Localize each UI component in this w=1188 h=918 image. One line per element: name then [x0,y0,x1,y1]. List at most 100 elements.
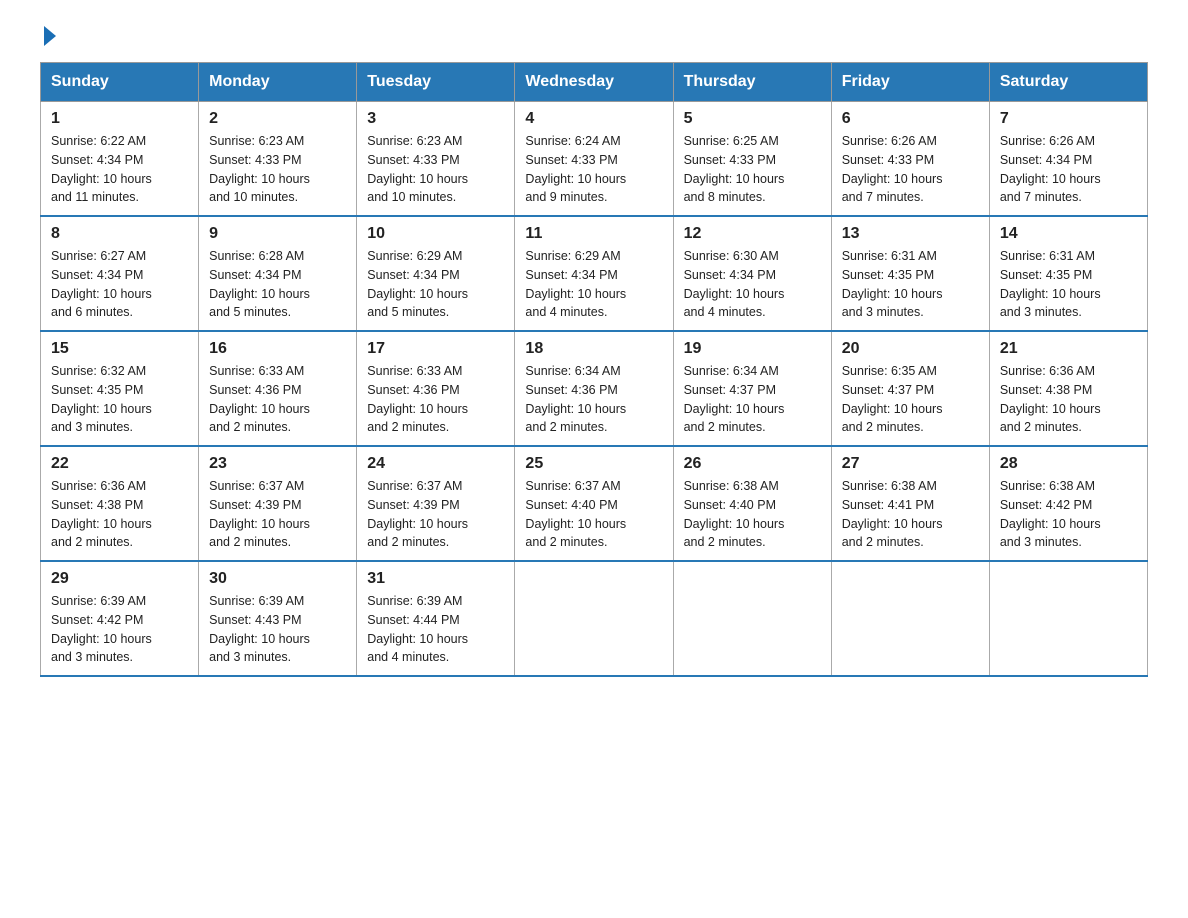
weekday-header-friday: Friday [831,63,989,102]
day-number: 27 [842,455,979,473]
day-number: 10 [367,225,504,243]
day-info: Sunrise: 6:37 AMSunset: 4:39 PMDaylight:… [367,477,504,552]
calendar-day-cell: 11 Sunrise: 6:29 AMSunset: 4:34 PMDaylig… [515,216,673,331]
day-info: Sunrise: 6:38 AMSunset: 4:40 PMDaylight:… [684,477,821,552]
day-number: 11 [525,225,662,243]
calendar-day-cell: 25 Sunrise: 6:37 AMSunset: 4:40 PMDaylig… [515,446,673,561]
day-info: Sunrise: 6:34 AMSunset: 4:36 PMDaylight:… [525,362,662,437]
calendar-day-cell: 8 Sunrise: 6:27 AMSunset: 4:34 PMDayligh… [41,216,199,331]
day-number: 21 [1000,340,1137,358]
calendar-day-cell [673,561,831,676]
day-number: 22 [51,455,188,473]
day-number: 14 [1000,225,1137,243]
day-info: Sunrise: 6:26 AMSunset: 4:33 PMDaylight:… [842,132,979,207]
day-number: 4 [525,110,662,128]
calendar-day-cell: 6 Sunrise: 6:26 AMSunset: 4:33 PMDayligh… [831,102,989,217]
day-number: 28 [1000,455,1137,473]
weekday-header-wednesday: Wednesday [515,63,673,102]
weekday-header-sunday: Sunday [41,63,199,102]
day-info: Sunrise: 6:23 AMSunset: 4:33 PMDaylight:… [209,132,346,207]
day-number: 5 [684,110,821,128]
day-info: Sunrise: 6:33 AMSunset: 4:36 PMDaylight:… [209,362,346,437]
day-info: Sunrise: 6:36 AMSunset: 4:38 PMDaylight:… [1000,362,1137,437]
day-info: Sunrise: 6:32 AMSunset: 4:35 PMDaylight:… [51,362,188,437]
calendar-day-cell: 2 Sunrise: 6:23 AMSunset: 4:33 PMDayligh… [199,102,357,217]
day-info: Sunrise: 6:30 AMSunset: 4:34 PMDaylight:… [684,247,821,322]
calendar-day-cell: 17 Sunrise: 6:33 AMSunset: 4:36 PMDaylig… [357,331,515,446]
day-info: Sunrise: 6:37 AMSunset: 4:39 PMDaylight:… [209,477,346,552]
day-number: 31 [367,570,504,588]
calendar-week-row: 8 Sunrise: 6:27 AMSunset: 4:34 PMDayligh… [41,216,1148,331]
day-info: Sunrise: 6:26 AMSunset: 4:34 PMDaylight:… [1000,132,1137,207]
day-info: Sunrise: 6:22 AMSunset: 4:34 PMDaylight:… [51,132,188,207]
day-info: Sunrise: 6:25 AMSunset: 4:33 PMDaylight:… [684,132,821,207]
calendar-week-row: 15 Sunrise: 6:32 AMSunset: 4:35 PMDaylig… [41,331,1148,446]
day-number: 26 [684,455,821,473]
calendar-day-cell: 14 Sunrise: 6:31 AMSunset: 4:35 PMDaylig… [989,216,1147,331]
day-number: 7 [1000,110,1137,128]
day-number: 6 [842,110,979,128]
day-info: Sunrise: 6:38 AMSunset: 4:42 PMDaylight:… [1000,477,1137,552]
calendar-day-cell: 16 Sunrise: 6:33 AMSunset: 4:36 PMDaylig… [199,331,357,446]
calendar-day-cell: 18 Sunrise: 6:34 AMSunset: 4:36 PMDaylig… [515,331,673,446]
calendar-day-cell: 19 Sunrise: 6:34 AMSunset: 4:37 PMDaylig… [673,331,831,446]
calendar-day-cell: 22 Sunrise: 6:36 AMSunset: 4:38 PMDaylig… [41,446,199,561]
page-header [40,30,1148,42]
day-number: 24 [367,455,504,473]
day-number: 13 [842,225,979,243]
day-info: Sunrise: 6:33 AMSunset: 4:36 PMDaylight:… [367,362,504,437]
day-number: 1 [51,110,188,128]
day-number: 30 [209,570,346,588]
day-number: 25 [525,455,662,473]
day-info: Sunrise: 6:35 AMSunset: 4:37 PMDaylight:… [842,362,979,437]
calendar-day-cell [989,561,1147,676]
day-info: Sunrise: 6:39 AMSunset: 4:43 PMDaylight:… [209,592,346,667]
day-info: Sunrise: 6:24 AMSunset: 4:33 PMDaylight:… [525,132,662,207]
day-number: 16 [209,340,346,358]
day-info: Sunrise: 6:28 AMSunset: 4:34 PMDaylight:… [209,247,346,322]
weekday-header-monday: Monday [199,63,357,102]
calendar-day-cell: 5 Sunrise: 6:25 AMSunset: 4:33 PMDayligh… [673,102,831,217]
day-info: Sunrise: 6:39 AMSunset: 4:44 PMDaylight:… [367,592,504,667]
calendar-day-cell: 20 Sunrise: 6:35 AMSunset: 4:37 PMDaylig… [831,331,989,446]
calendar-day-cell: 30 Sunrise: 6:39 AMSunset: 4:43 PMDaylig… [199,561,357,676]
calendar-day-cell: 29 Sunrise: 6:39 AMSunset: 4:42 PMDaylig… [41,561,199,676]
calendar-day-cell: 27 Sunrise: 6:38 AMSunset: 4:41 PMDaylig… [831,446,989,561]
day-number: 29 [51,570,188,588]
calendar-day-cell [515,561,673,676]
calendar-week-row: 29 Sunrise: 6:39 AMSunset: 4:42 PMDaylig… [41,561,1148,676]
calendar-day-cell: 1 Sunrise: 6:22 AMSunset: 4:34 PMDayligh… [41,102,199,217]
day-number: 15 [51,340,188,358]
weekday-header-thursday: Thursday [673,63,831,102]
day-number: 20 [842,340,979,358]
calendar-week-row: 22 Sunrise: 6:36 AMSunset: 4:38 PMDaylig… [41,446,1148,561]
day-number: 12 [684,225,821,243]
calendar-day-cell [831,561,989,676]
weekday-header-row: SundayMondayTuesdayWednesdayThursdayFrid… [41,63,1148,102]
calendar-week-row: 1 Sunrise: 6:22 AMSunset: 4:34 PMDayligh… [41,102,1148,217]
day-info: Sunrise: 6:23 AMSunset: 4:33 PMDaylight:… [367,132,504,207]
calendar-day-cell: 28 Sunrise: 6:38 AMSunset: 4:42 PMDaylig… [989,446,1147,561]
day-number: 23 [209,455,346,473]
calendar-table: SundayMondayTuesdayWednesdayThursdayFrid… [40,62,1148,677]
day-info: Sunrise: 6:31 AMSunset: 4:35 PMDaylight:… [1000,247,1137,322]
calendar-day-cell: 3 Sunrise: 6:23 AMSunset: 4:33 PMDayligh… [357,102,515,217]
day-number: 19 [684,340,821,358]
weekday-header-tuesday: Tuesday [357,63,515,102]
day-info: Sunrise: 6:39 AMSunset: 4:42 PMDaylight:… [51,592,188,667]
logo-triangle-icon [44,26,56,46]
day-number: 17 [367,340,504,358]
day-info: Sunrise: 6:37 AMSunset: 4:40 PMDaylight:… [525,477,662,552]
weekday-header-saturday: Saturday [989,63,1147,102]
calendar-day-cell: 23 Sunrise: 6:37 AMSunset: 4:39 PMDaylig… [199,446,357,561]
day-info: Sunrise: 6:38 AMSunset: 4:41 PMDaylight:… [842,477,979,552]
calendar-day-cell: 10 Sunrise: 6:29 AMSunset: 4:34 PMDaylig… [357,216,515,331]
day-number: 3 [367,110,504,128]
day-info: Sunrise: 6:27 AMSunset: 4:34 PMDaylight:… [51,247,188,322]
calendar-day-cell: 26 Sunrise: 6:38 AMSunset: 4:40 PMDaylig… [673,446,831,561]
day-number: 8 [51,225,188,243]
day-info: Sunrise: 6:31 AMSunset: 4:35 PMDaylight:… [842,247,979,322]
logo [40,30,56,42]
day-info: Sunrise: 6:29 AMSunset: 4:34 PMDaylight:… [367,247,504,322]
calendar-day-cell: 21 Sunrise: 6:36 AMSunset: 4:38 PMDaylig… [989,331,1147,446]
